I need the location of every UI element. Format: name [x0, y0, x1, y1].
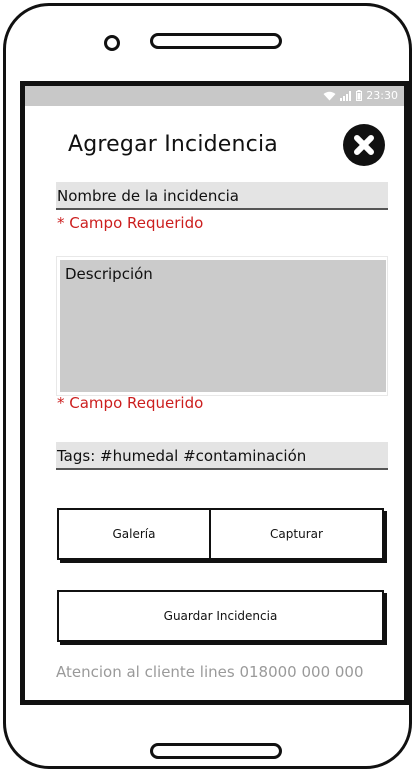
status-bar: 23:30	[25, 86, 404, 106]
phone-frame: 23:30 Agregar Incidencia Nombre de la in…	[3, 3, 412, 769]
status-icons: 23:30	[323, 89, 398, 102]
capture-button[interactable]: Capturar	[209, 508, 384, 560]
camera	[104, 35, 120, 51]
tags-input[interactable]: Tags: #humedal #contaminación	[56, 442, 388, 470]
home-button[interactable]	[150, 743, 282, 759]
signal-icon	[340, 90, 352, 101]
page-title: Agregar Incidencia	[68, 132, 278, 157]
close-icon	[343, 124, 385, 166]
battery-icon	[356, 90, 363, 101]
close-button[interactable]	[343, 124, 385, 166]
description-error: * Campo Requerido	[57, 394, 204, 412]
gallery-button[interactable]: Galería	[57, 508, 211, 560]
description-textarea-container: Descripción	[56, 256, 388, 396]
incident-name-error: * Campo Requerido	[57, 214, 204, 232]
speaker	[150, 33, 282, 49]
wifi-icon	[323, 91, 336, 101]
incident-name-input[interactable]: Nombre de la incidencia	[56, 182, 388, 210]
customer-support-text: Atencion al cliente lines 018000 000 000	[56, 663, 364, 681]
screen: 23:30 Agregar Incidencia Nombre de la in…	[20, 81, 409, 705]
description-textarea[interactable]: Descripción	[60, 260, 386, 392]
save-incident-button[interactable]: Guardar Incidencia	[57, 590, 384, 642]
status-time: 23:30	[366, 89, 398, 102]
